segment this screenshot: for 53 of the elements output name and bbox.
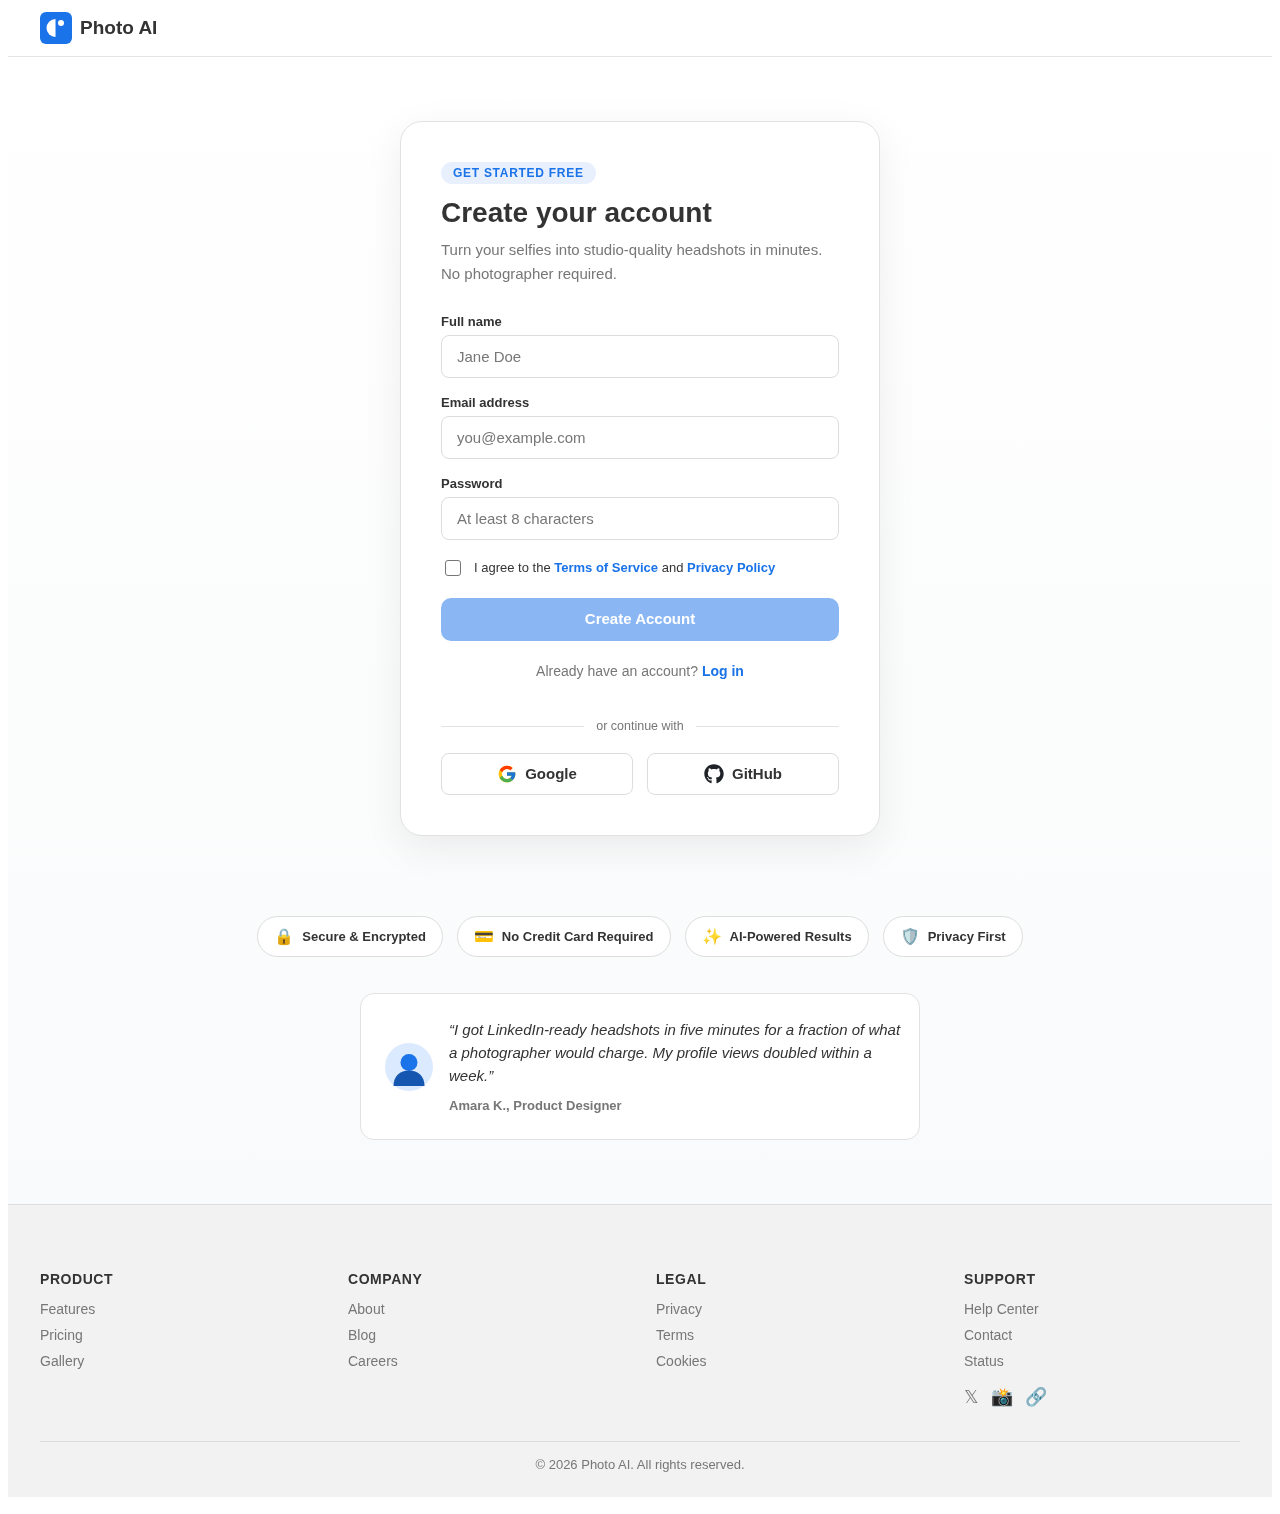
user-avatar-icon [385,1042,433,1091]
field-label: Full name [441,313,503,331]
testimonial-author: Amara K., Product Designer [449,1097,623,1115]
footer-link[interactable]: Contact [964,1325,1013,1345]
google-g-icon [497,764,518,784]
footer-link[interactable]: Careers [348,1351,398,1371]
login-prompt: Already have an account? Log in [535,662,745,681]
footer-link[interactable]: Status [964,1351,1004,1371]
promo-badge: GET STARTED FREE [441,162,596,184]
privacy-link[interactable]: Privacy Policy [687,560,776,575]
terms-link[interactable]: Terms of Service [554,560,659,575]
agreement-text: I agree to the Terms of Service and Privacy Policy [474,559,776,577]
full-name-field[interactable]: Jane Doe [441,335,839,378]
feature-label: Privacy First [927,927,1006,946]
credit-card-icon: 💳 [473,926,494,947]
footer-link[interactable]: About [348,1299,385,1319]
testimonial-quote: “I got LinkedIn-ready headshots in five minutes for a fraction of what a photographer would charge. My profile views doubled within a week.” [449,1020,902,1086]
footer-heading: PRODUCT [40,1270,114,1289]
sparkles-icon: ✨ [701,926,722,947]
octocat-icon [704,764,724,784]
footer-heading: LEGAL [656,1270,707,1289]
email-field[interactable]: you@example.com [441,416,839,459]
link-icon[interactable]: 🔗 [1025,1387,1047,1407]
footer-heading: COMPANY [348,1270,423,1289]
camera-flash-icon[interactable]: 📸 [991,1387,1013,1407]
footer-link[interactable]: Blog [348,1325,377,1345]
footer-link[interactable]: Cookies [656,1351,707,1371]
feature-label: AI-Powered Results [729,927,852,946]
footer-link[interactable]: Privacy [656,1299,702,1319]
feature-label: Secure & Encrypted [302,927,426,946]
subtitle-text: Turn your selfies into studio-quality headshots in minutes. No photographer required. [441,240,824,284]
agree-checkbox[interactable] [445,560,461,576]
login-link[interactable]: Log in [701,663,744,679]
lock-icon: 🔒 [274,926,295,947]
copyright-text: © 2026 Photo AI. All rights reserved. [535,1456,745,1474]
divider-label: or continue with [596,718,684,734]
footer-link[interactable]: Pricing [40,1325,83,1345]
shield-icon: 🛡 [899,926,920,947]
field-label: Password [441,475,504,493]
page-heading: Create your account [441,196,713,230]
password-field[interactable]: At least 8 characters [441,497,839,540]
footer-link[interactable]: Gallery [40,1351,85,1371]
oauth-button[interactable]: GitHub [647,753,839,795]
oauth-button[interactable]: Google [441,753,633,795]
footer-link[interactable]: Help Center [964,1299,1039,1319]
letter-x-icon[interactable]: 𝕏 [964,1387,979,1407]
footer-heading: SUPPORT [964,1270,1036,1289]
field-label: Email address [441,394,531,412]
brand-name: Photo AI [80,15,158,40]
logo-icon [40,12,72,44]
feature-label: No Credit Card Required [501,927,654,946]
footer-link[interactable]: Features [40,1299,96,1319]
footer-link[interactable]: Terms [656,1325,695,1345]
